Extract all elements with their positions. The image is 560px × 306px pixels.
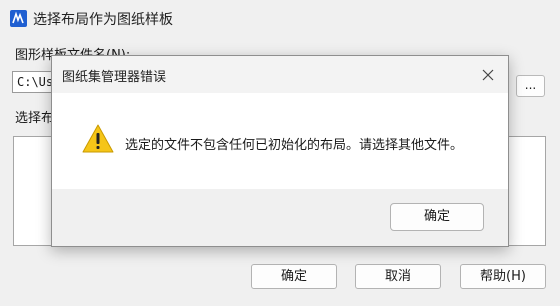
- error-message: 选定的文件不包含任何已初始化的布局。请选择其他文件。: [125, 138, 464, 153]
- ok-button[interactable]: 确定: [251, 264, 337, 289]
- app-logo-icon: [10, 10, 27, 27]
- window-titlebar: 选择布局作为图纸样板: [0, 0, 560, 36]
- dialog-body: 选定的文件不包含任何已初始化的布局。请选择其他文件。: [52, 93, 508, 189]
- window-title: 选择布局作为图纸样板: [33, 12, 173, 28]
- dialog-titlebar: 图纸集管理器错误: [52, 56, 508, 93]
- dialog-title: 图纸集管理器错误: [62, 70, 167, 85]
- cancel-button[interactable]: 取消: [355, 264, 441, 289]
- select-layout-label: 选择布: [15, 111, 55, 126]
- close-icon[interactable]: [478, 65, 498, 85]
- warning-icon: [81, 123, 115, 155]
- error-dialog: 图纸集管理器错误 选定的文件不包含任何已初始化的布局。请选择其他文件。 确定: [51, 55, 509, 247]
- template-path-input[interactable]: C:\Us: [12, 71, 52, 93]
- browse-button[interactable]: ...: [516, 75, 545, 97]
- help-button[interactable]: 帮助(H): [460, 264, 546, 289]
- dialog-ok-button[interactable]: 确定: [390, 203, 484, 231]
- dialog-footer: 确定: [52, 189, 508, 246]
